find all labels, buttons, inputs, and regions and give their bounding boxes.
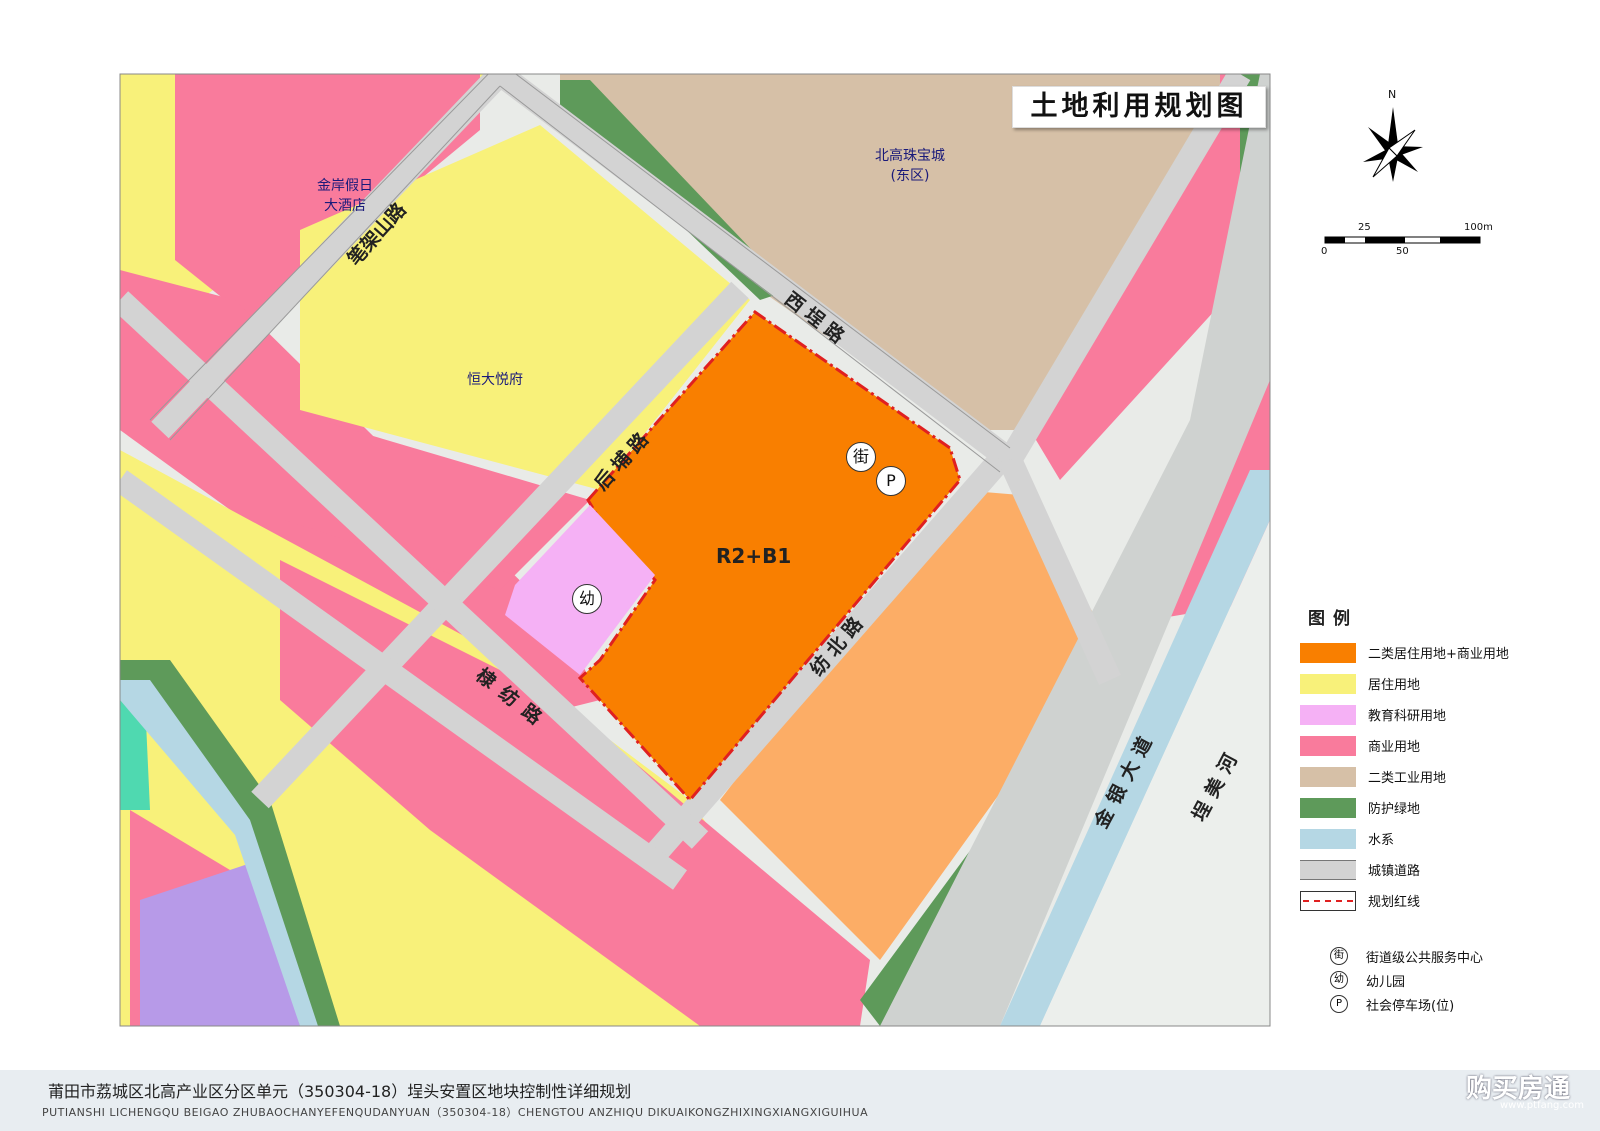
legend-label: 街道级公共服务中心 bbox=[1366, 950, 1484, 966]
legend-item: 防护绿地 bbox=[1300, 792, 1580, 823]
legend-label: 教育科研用地 bbox=[1368, 709, 1447, 724]
brand-url: www.ptfang.com bbox=[1500, 1100, 1584, 1111]
parking-icon: P bbox=[1330, 995, 1348, 1013]
legend-label: 规划红线 bbox=[1368, 895, 1421, 910]
legend-item: 二类居住用地+商业用地 bbox=[1300, 637, 1580, 668]
legend-symbol: 幼 幼儿园 bbox=[1330, 968, 1580, 992]
legend-swatch bbox=[1300, 642, 1356, 663]
legend-label: 社会停车场(位) bbox=[1366, 998, 1455, 1014]
legend-symbol: 街 街道级公共服务中心 bbox=[1330, 944, 1580, 968]
place-label-hotel: 金岸假日 大酒店 bbox=[317, 178, 373, 214]
legend-item: 教育科研用地 bbox=[1300, 699, 1580, 730]
parking-icon: P bbox=[876, 466, 906, 496]
legend-label: 居住用地 bbox=[1368, 678, 1421, 693]
legend-swatch bbox=[1300, 735, 1356, 756]
legend-swatch bbox=[1300, 859, 1356, 880]
legend: 图例 二类居住用地+商业用地 居住用地 教育科研用地 商业用地 二类工业用地 防… bbox=[1300, 604, 1580, 1016]
legend-swatch bbox=[1300, 890, 1356, 911]
legend-label: 二类工业用地 bbox=[1368, 771, 1447, 786]
footer-title-cn: 莆田市荔城区北高产业区分区单元（350304-18）埕头安置区地块控制性详细规划 bbox=[48, 1082, 632, 1101]
place-label-jewelry-city: 北高珠宝城 (东区) bbox=[875, 148, 945, 184]
street-service-icon: 街 bbox=[846, 442, 876, 472]
legend-title: 图例 bbox=[1308, 609, 1358, 629]
scale-bar bbox=[1324, 236, 1481, 244]
kindergarten-icon: 幼 bbox=[572, 584, 602, 614]
legend-item: 规划红线 bbox=[1300, 885, 1580, 916]
footer-title-en: PUTIANSHI LICHENGQU BEIGAO ZHUBAOCHANYEF… bbox=[42, 1106, 869, 1119]
legend-item: 商业用地 bbox=[1300, 730, 1580, 761]
legend-swatch bbox=[1300, 828, 1356, 849]
legend-item: 二类工业用地 bbox=[1300, 761, 1580, 792]
kindergarten-icon: 幼 bbox=[1330, 971, 1348, 989]
legend-swatch bbox=[1300, 766, 1356, 787]
legend-label: 幼儿园 bbox=[1366, 974, 1406, 990]
place-label-hengda: 恒大悦府 bbox=[467, 372, 523, 388]
scale-label: 0 bbox=[1321, 246, 1328, 257]
legend-swatch bbox=[1300, 673, 1356, 694]
legend-label: 水系 bbox=[1368, 833, 1395, 848]
scale-label: 100m bbox=[1464, 222, 1493, 233]
legend-swatch bbox=[1300, 704, 1356, 725]
street-service-icon: 街 bbox=[1330, 947, 1348, 965]
legend-label: 商业用地 bbox=[1368, 740, 1421, 755]
zone-code-label: R2+B1 bbox=[716, 544, 792, 568]
legend-swatch bbox=[1300, 797, 1356, 818]
legend-item: 水系 bbox=[1300, 823, 1580, 854]
legend-item: 居住用地 bbox=[1300, 668, 1580, 699]
compass-north-label: N bbox=[1388, 88, 1397, 101]
legend-label: 防护绿地 bbox=[1368, 802, 1421, 817]
scale-label: 25 bbox=[1358, 222, 1371, 233]
map-title: 土地利用规划图 bbox=[1012, 86, 1266, 128]
legend-label: 城镇道路 bbox=[1368, 864, 1421, 879]
legend-symbol: P 社会停车场(位) bbox=[1330, 992, 1580, 1016]
compass-icon bbox=[1363, 107, 1423, 182]
scale-label: 50 bbox=[1396, 246, 1409, 257]
legend-label: 二类居住用地+商业用地 bbox=[1368, 647, 1509, 662]
legend-item: 城镇道路 bbox=[1300, 854, 1580, 885]
